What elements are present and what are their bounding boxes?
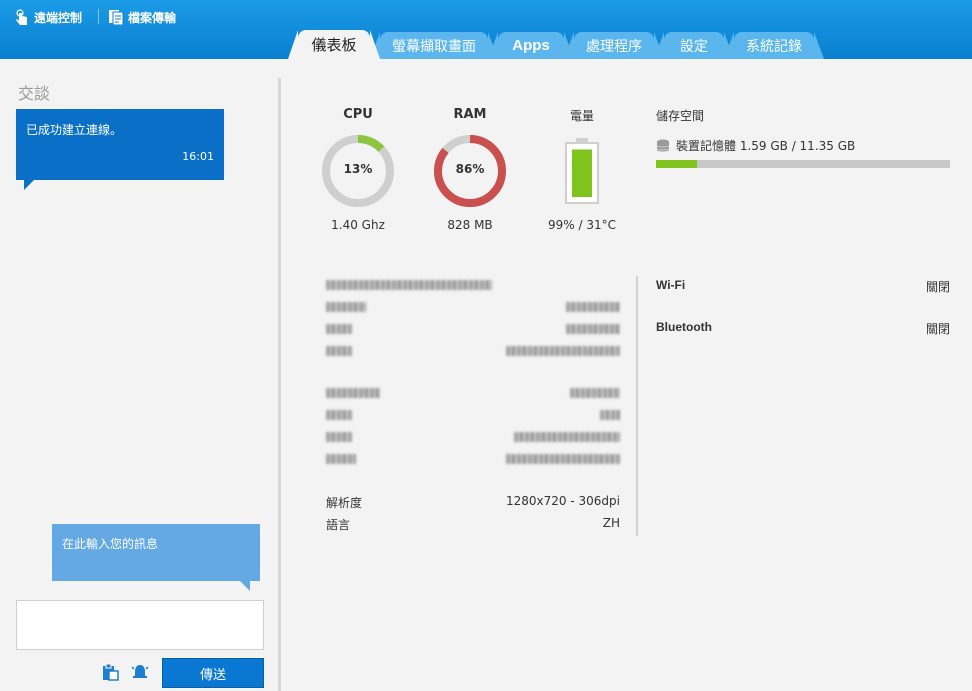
language-label: 語言 — [326, 518, 351, 532]
info-value-blurred — [566, 302, 620, 312]
file-transfer-label: 檔案傳輸 — [128, 10, 177, 25]
ram-label: RAM — [453, 107, 487, 122]
info-label-blurred — [326, 302, 366, 312]
chat-title: 交談 — [18, 84, 51, 103]
cpu-label: CPU — [343, 107, 373, 122]
battery-icon — [565, 138, 599, 204]
info-label-blurred — [326, 346, 352, 356]
storage-usage-text: 裝置記憶體 1.59 GB / 11.35 GB — [676, 139, 856, 153]
cpu-percent: 13% — [343, 162, 373, 176]
language-value: ZH — [602, 516, 620, 530]
storage-title: 儲存空間 — [656, 109, 705, 123]
resolution-label: 解析度 — [326, 496, 363, 510]
ram-percent: 86% — [455, 162, 485, 176]
tab-apps[interactable]: Apps — [488, 32, 574, 59]
chat-message-input[interactable] — [16, 600, 264, 650]
info-value-blurred — [566, 324, 620, 334]
battery-label: 電量 — [569, 109, 594, 123]
tab-system-log[interactable]: 系統記錄 — [724, 32, 824, 59]
cpu-frequency: 1.40 Ghz — [331, 218, 385, 232]
device-name-blurred — [326, 280, 492, 290]
storage-bar — [656, 160, 950, 168]
info-value-blurred — [570, 388, 620, 398]
info-value-blurred — [600, 410, 620, 420]
bluetooth-label: Bluetooth — [656, 320, 712, 334]
file-transfer-icon — [109, 10, 124, 25]
tab-dashboard[interactable]: 儀表板 — [288, 30, 380, 59]
info-value-blurred — [506, 454, 620, 464]
storage-line: 裝置記憶體 1.59 GB / 11.35 GB — [656, 137, 855, 154]
battery-level-fill — [572, 149, 592, 197]
wifi-label: Wi-Fi — [656, 278, 686, 292]
tab-settings[interactable]: 設定 — [654, 32, 734, 59]
clipboard-icon[interactable] — [101, 663, 119, 681]
chat-hint-text: 在此輸入您的訊息 — [62, 537, 159, 551]
info-divider — [636, 276, 638, 536]
info-value-blurred — [514, 432, 620, 442]
storage-bar-fill — [656, 160, 698, 168]
header-separator — [98, 9, 99, 24]
info-value-blurred — [506, 346, 620, 356]
ram-usage: 828 MB — [447, 218, 493, 232]
remote-control-link[interactable]: 遠端控制 — [14, 8, 82, 26]
alarm-bell-icon[interactable] — [131, 663, 149, 681]
touch-hand-icon — [16, 9, 27, 25]
chat-message-time: 16:01 — [182, 150, 214, 163]
remote-control-label: 遠端控制 — [34, 10, 83, 25]
send-button[interactable]: 傳送 — [162, 658, 264, 688]
info-label-blurred — [326, 432, 352, 442]
tab-screenshot[interactable]: 螢幕擷取畫面 — [370, 32, 498, 59]
info-label-blurred — [326, 324, 352, 334]
chat-message-text: 已成功建立連線。 — [26, 123, 123, 137]
file-transfer-link[interactable]: 檔案傳輸 — [108, 8, 176, 26]
wifi-status: 關閉 — [925, 280, 950, 294]
info-label-blurred — [326, 410, 352, 420]
top-bar: 遠端控制 檔案傳輸 儀表板 螢幕擷取畫面 Apps 處理程序 設定 系統記錄 — [0, 0, 972, 59]
chat-message: 已成功建立連線。 16:01 — [16, 109, 224, 190]
database-icon — [656, 139, 670, 151]
panel-divider — [278, 78, 281, 691]
tab-processes[interactable]: 處理程序 — [564, 32, 664, 59]
battery-status: 99% / 31°C — [548, 218, 616, 232]
resolution-value: 1280x720 - 306dpi — [506, 494, 620, 508]
info-label-blurred — [326, 388, 380, 398]
chat-input-hint: 在此輸入您的訊息 — [52, 524, 260, 591]
bluetooth-status: 關閉 — [925, 322, 950, 336]
info-label-blurred — [326, 454, 356, 464]
